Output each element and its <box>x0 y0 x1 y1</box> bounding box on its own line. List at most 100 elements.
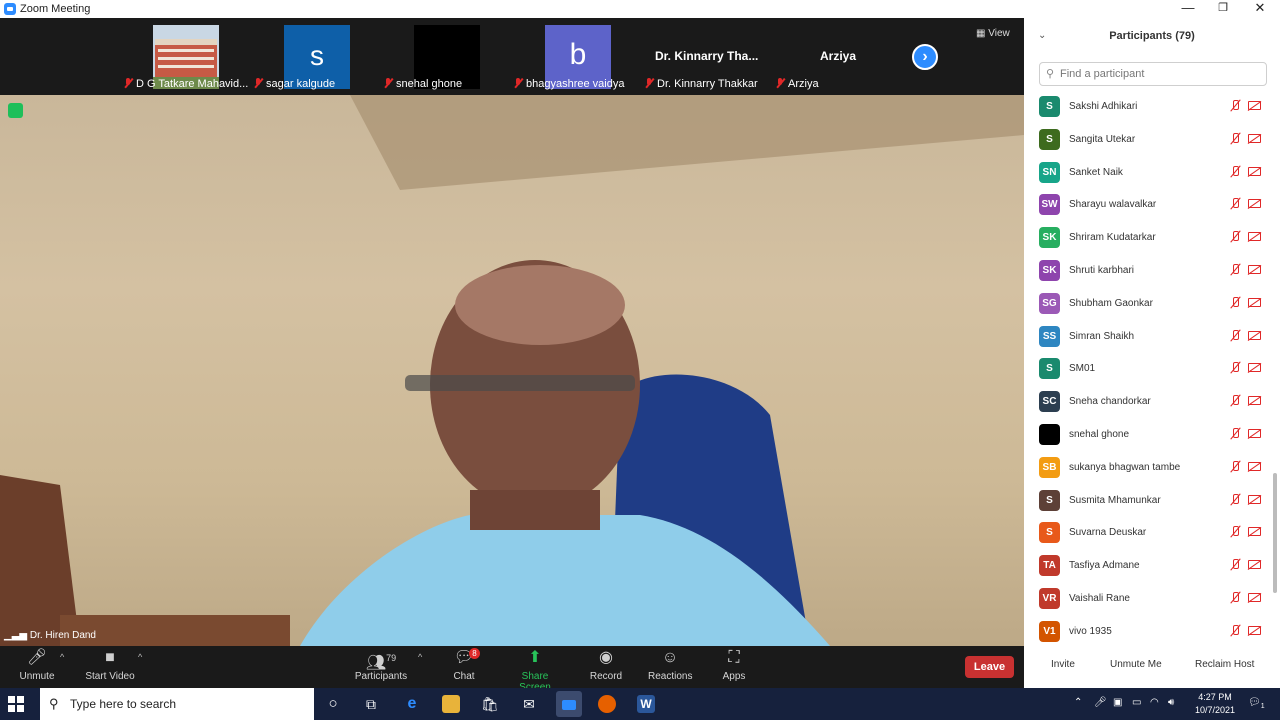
muted-mic-icon[interactable] <box>1229 329 1241 343</box>
encryption-shield-icon[interactable] <box>8 103 23 118</box>
muted-mic-icon[interactable] <box>1229 165 1241 179</box>
signal-strength-icon: ▁▃▅ <box>4 630 30 641</box>
unmute-me-button[interactable]: Unmute Me <box>1110 659 1162 670</box>
muted-mic-icon[interactable] <box>1229 230 1241 244</box>
participant-row[interactable]: SW Sharayu walavalkar <box>1024 190 1272 223</box>
task-view-icon[interactable]: ⧉ <box>362 695 380 713</box>
participant-row[interactable]: SN Sanket Naik <box>1024 158 1272 191</box>
participant-row[interactable]: SK Shriram Kudatarkar <box>1024 223 1272 256</box>
mail-icon[interactable]: ✉ <box>520 695 538 713</box>
muted-mic-icon[interactable] <box>1229 394 1241 408</box>
muted-mic-icon[interactable] <box>1229 460 1241 474</box>
video-off-icon[interactable] <box>1248 133 1261 143</box>
word-icon[interactable]: W <box>637 695 655 713</box>
participant-row[interactable]: SC Sneha chandorkar <box>1024 387 1272 420</box>
participant-list[interactable]: S Sakshi Adhikari S Sangita Utekar SN Sanket … <box>1024 92 1280 648</box>
muted-mic-icon[interactable] <box>1229 624 1241 638</box>
apps-button[interactable]: ⛶ Apps <box>720 648 748 682</box>
participant-avatar: S <box>1039 522 1060 544</box>
muted-mic-icon[interactable] <box>1229 591 1241 605</box>
video-off-icon[interactable] <box>1248 330 1261 340</box>
zoom-taskbar-icon[interactable] <box>556 691 582 717</box>
reclaim-host-button[interactable]: Reclaim Host <box>1195 659 1254 670</box>
muted-mic-icon[interactable] <box>1229 197 1241 211</box>
muted-mic-icon[interactable] <box>1229 493 1241 507</box>
participant-row[interactable]: snehal ghone <box>1024 420 1272 453</box>
participants-options-chevron-icon[interactable]: ^ <box>418 652 422 662</box>
video-off-icon[interactable] <box>1248 593 1261 602</box>
participant-row[interactable]: SG Shubham Gaonkar <box>1024 289 1272 322</box>
audio-options-chevron-icon[interactable]: ^ <box>60 652 64 662</box>
video-off-icon[interactable] <box>1248 461 1261 471</box>
participant-row[interactable]: S Sangita Utekar <box>1024 125 1272 158</box>
video-off-icon[interactable] <box>1248 297 1261 307</box>
participant-row[interactable]: S SM01 <box>1024 354 1272 387</box>
edge-browser-icon[interactable]: e <box>403 695 421 713</box>
participant-row[interactable]: S Suvarna Deuskar <box>1024 518 1272 551</box>
active-speaker-video: ▁▃▅ Dr. Hiren Dand <box>0 95 1024 646</box>
taskbar-clock[interactable]: 4:27 PM 10/7/2021 <box>1190 691 1240 717</box>
battery-icon[interactable]: ▭ <box>1132 697 1141 708</box>
video-options-chevron-icon[interactable]: ^ <box>138 652 142 662</box>
video-off-icon[interactable] <box>1248 429 1261 438</box>
participant-row[interactable]: TA Tasfiya Admane <box>1024 551 1272 584</box>
muted-mic-icon[interactable] <box>1229 99 1241 113</box>
microphone-tray-icon[interactable]: 🎤︎ <box>1094 697 1107 708</box>
record-button[interactable]: ◉ Record <box>588 648 624 682</box>
participant-row[interactable]: SB sukanya bhagwan tambe <box>1024 453 1272 486</box>
muted-mic-icon[interactable] <box>1229 132 1241 146</box>
video-off-icon[interactable] <box>1248 199 1261 209</box>
muted-mic-icon[interactable] <box>1229 427 1241 441</box>
cortana-icon[interactable]: ○ <box>324 695 342 713</box>
participant-row[interactable]: SS Simran Shaikh <box>1024 322 1272 355</box>
reactions-button[interactable]: ☺ Reactions <box>648 648 692 682</box>
volume-icon[interactable]: 🔊︎ <box>1168 697 1174 708</box>
video-off-icon[interactable] <box>1248 101 1261 110</box>
firefox-icon[interactable] <box>598 695 616 713</box>
participant-list-scrollbar[interactable] <box>1273 473 1277 593</box>
next-page-button[interactable]: › <box>912 44 938 70</box>
start-video-button[interactable]: ■ Start Video <box>84 648 136 682</box>
close-button[interactable]: ✕ <box>1242 0 1278 18</box>
show-hidden-icons-chevron-icon[interactable]: ⌃ <box>1074 697 1082 708</box>
video-off-icon[interactable] <box>1248 494 1261 504</box>
minimize-button[interactable]: — <box>1170 0 1206 18</box>
participant-row[interactable]: S Susmita Mhamunkar <box>1024 486 1272 519</box>
thumbnail-name-large[interactable]: Arziya <box>820 49 856 63</box>
video-off-icon[interactable] <box>1248 363 1261 373</box>
wifi-icon[interactable]: ◠ <box>1150 697 1159 708</box>
participant-row[interactable]: V1 vivo 1935 <box>1024 617 1272 648</box>
video-off-icon[interactable] <box>1248 166 1261 176</box>
taskbar-search-input[interactable]: ⚲ Type here to search <box>40 688 314 720</box>
video-off-icon[interactable] <box>1248 527 1261 537</box>
muted-mic-icon[interactable] <box>1229 525 1241 539</box>
participant-row[interactable]: S Sakshi Adhikari <box>1024 92 1272 125</box>
invite-button[interactable]: Invite <box>1051 659 1075 670</box>
participants-button[interactable]: 👥︎79 Participants <box>352 648 410 682</box>
notification-center-icon[interactable]: 💬︎1 <box>1248 697 1265 710</box>
video-off-icon[interactable] <box>1248 265 1261 274</box>
chat-unread-badge: 8 <box>469 648 480 659</box>
view-button[interactable]: ▦ View <box>976 28 1010 39</box>
microsoft-store-icon[interactable]: 🛍︎ <box>481 695 499 713</box>
participant-search-input[interactable]: ⚲ Find a participant <box>1039 62 1267 86</box>
participant-row[interactable]: VR Vaishali Rane <box>1024 584 1272 617</box>
maximize-button[interactable]: ❐ <box>1205 0 1241 18</box>
windows-start-icon[interactable] <box>8 696 24 712</box>
file-explorer-icon[interactable] <box>442 695 460 713</box>
video-off-icon[interactable] <box>1248 396 1261 406</box>
muted-mic-icon[interactable] <box>1229 558 1241 572</box>
share-screen-button[interactable]: ⬆ Share Screen <box>506 648 564 693</box>
thumbnail-name-large[interactable]: Dr. Kinnarry Tha... <box>655 49 758 63</box>
video-off-icon[interactable] <box>1248 232 1261 242</box>
muted-mic-icon[interactable] <box>1229 361 1241 375</box>
video-off-icon[interactable] <box>1248 560 1261 570</box>
muted-mic-icon[interactable] <box>1229 296 1241 310</box>
leave-button[interactable]: Leave <box>965 656 1014 678</box>
meet-now-icon[interactable]: ▣ <box>1113 697 1122 708</box>
video-off-icon[interactable] <box>1248 625 1261 635</box>
unmute-button[interactable]: 🎤︎ Unmute <box>16 648 58 682</box>
participant-row[interactable]: SK Shruti karbhari <box>1024 256 1272 289</box>
muted-mic-icon[interactable] <box>1229 263 1241 277</box>
collapse-chevron-icon[interactable]: ⌄ <box>1038 18 1046 54</box>
